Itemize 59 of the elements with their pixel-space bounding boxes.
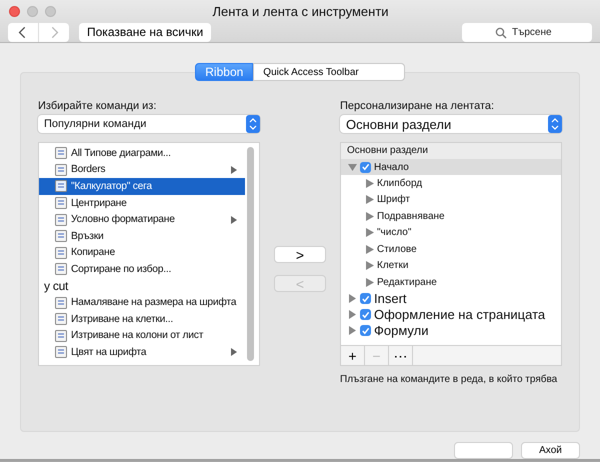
command-icon	[54, 296, 68, 310]
command-item[interactable]: "Калкулатор" сега	[39, 178, 245, 195]
tree-item[interactable]: Редактиране	[341, 274, 561, 290]
scrollbar[interactable]	[247, 147, 254, 361]
command-icon	[54, 146, 68, 160]
command-item[interactable]: Borders	[39, 162, 245, 178]
command-item[interactable]: Изтриване на колони от лист	[39, 328, 245, 344]
tree-item[interactable]: Стилове	[341, 241, 561, 258]
command-icon	[54, 162, 68, 177]
command-icon	[54, 246, 68, 260]
dropdown[interactable]: Основни раздели	[340, 115, 562, 133]
tab[interactable]: Quick Access Toolbar	[253, 63, 405, 81]
dropdown-arrows-icon	[548, 115, 562, 133]
command-icon	[54, 212, 68, 227]
checkbox[interactable]	[360, 162, 371, 172]
checkbox[interactable]	[360, 309, 371, 320]
command-icon	[54, 179, 68, 194]
search-field[interactable]: Търсене	[462, 22, 592, 42]
tree-tool-button[interactable]: +	[341, 346, 365, 365]
dropdown-arrows-icon	[246, 115, 260, 133]
hint-text: Плъзгане на командите в реда, в който трябва	[340, 374, 558, 385]
command-item[interactable]: All Типове диаграми...	[39, 145, 245, 162]
search-icon	[495, 26, 507, 38]
command-item[interactable]: Центриране	[39, 194, 245, 212]
tree-item[interactable]: Insert	[341, 290, 561, 306]
close-light[interactable]	[9, 6, 20, 16]
tree-item[interactable]: Оформление на страницата	[341, 306, 561, 322]
checkbox[interactable]	[360, 325, 371, 336]
tree-item[interactable]: Начало	[341, 159, 561, 175]
ok-button[interactable]: Ахой	[521, 442, 580, 459]
tree-item[interactable]: Шрифт	[341, 192, 561, 208]
tree-tool-button[interactable]: ⋯	[389, 346, 413, 365]
command-icon	[54, 328, 68, 343]
tree-item[interactable]: Подравняване	[341, 208, 561, 224]
command-icon	[54, 312, 68, 326]
tree-item[interactable]: Клипборд	[341, 175, 561, 192]
command-icon	[54, 196, 68, 210]
checkbox[interactable]	[360, 293, 371, 304]
tree-item[interactable]: Формули	[341, 322, 561, 338]
tree-item[interactable]: Клетки	[341, 258, 561, 274]
move-button[interactable]: >	[274, 246, 326, 263]
command-item[interactable]: Изтриване на клетки...	[39, 310, 245, 328]
tree-item[interactable]: "число"	[341, 224, 561, 241]
command-icon	[54, 262, 68, 276]
command-item[interactable]: Сортиране по избор...	[39, 261, 245, 278]
field-label: Персонализиране на лентата:	[340, 100, 496, 113]
command-icon	[54, 229, 68, 244]
command-item[interactable]: Връзки	[39, 228, 245, 245]
show-all-button[interactable]: Показване на всички	[79, 22, 212, 42]
command-item[interactable]: Цвят на шрифта	[39, 344, 245, 361]
command-item[interactable]: Условно форматиране	[39, 211, 245, 228]
command-icon	[54, 345, 68, 360]
dropdown[interactable]: Популярни команди	[38, 115, 260, 133]
field-label: Избирайте команди из:	[38, 100, 158, 113]
command-item[interactable]: Намаляване на размера на шрифта	[39, 294, 245, 311]
window-title: Лента и лента с инструменти	[211, 4, 390, 18]
command-item[interactable]: y cut	[39, 278, 245, 294]
command-item[interactable]: Копиране	[39, 244, 245, 262]
tree-header: Основни раздели	[341, 143, 561, 159]
